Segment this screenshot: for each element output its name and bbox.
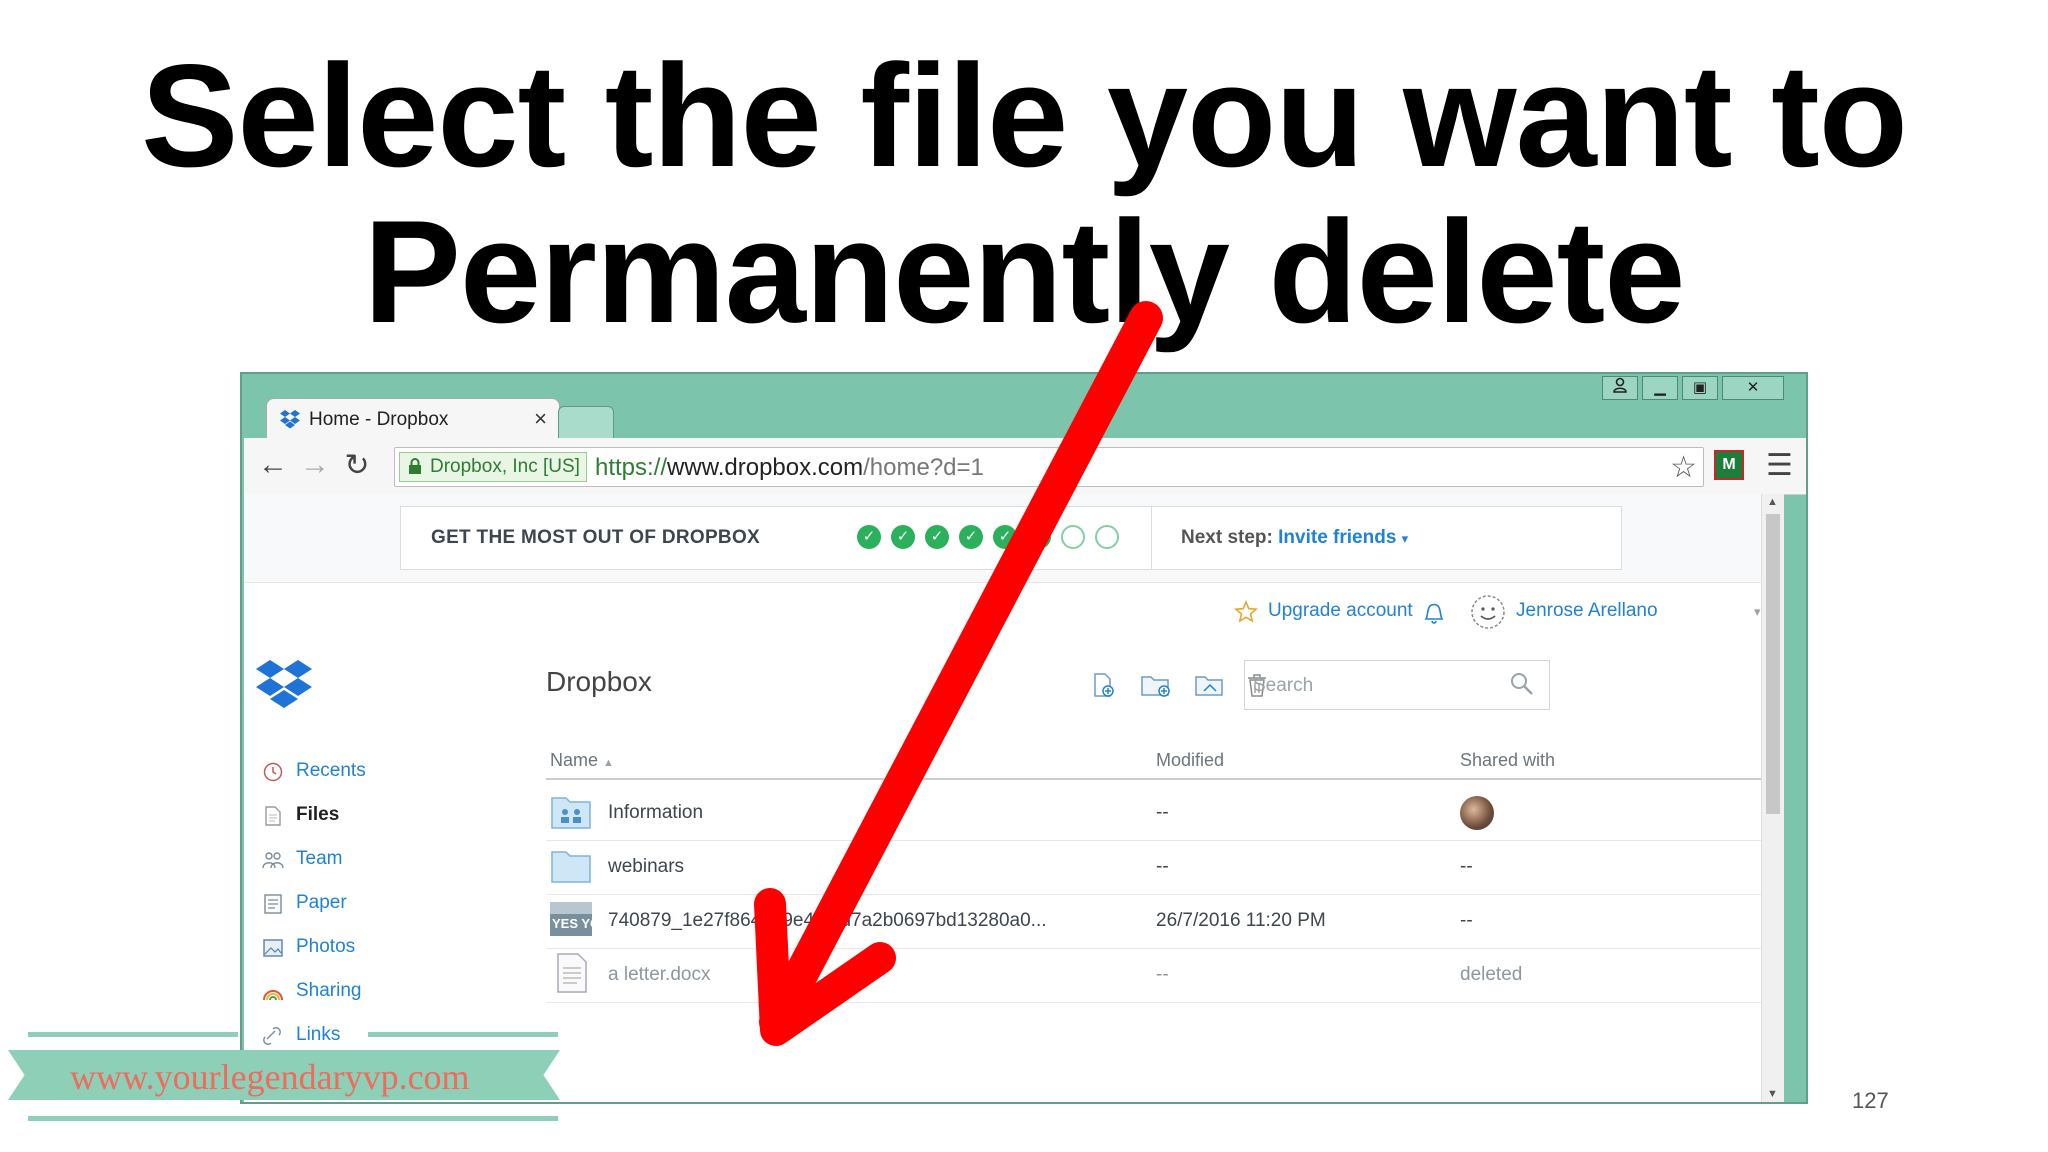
upgrade-account-link[interactable]: Upgrade account — [1268, 600, 1413, 622]
invite-friends-link[interactable]: Invite friends — [1278, 527, 1396, 548]
file-name[interactable]: 740879_1e27f864ee9e42f2d7a2b0697bd13280a… — [608, 910, 1047, 932]
address-bar[interactable]: Dropbox, Inc [US] https://www.dropbox.co… — [394, 447, 1704, 487]
secure-label: Dropbox, Inc [US] — [430, 456, 580, 477]
step-incomplete-icon — [1061, 525, 1085, 549]
website-url: www.yourlegendaryvp.com — [70, 1057, 470, 1097]
dropbox-page: GET THE MOST OUT OF DROPBOX ✓ ✓ ✓ ✓ ✓ ✓ Next … — [244, 494, 1784, 1102]
forward-icon[interactable]: → — [298, 448, 332, 482]
file-modified: -- — [1156, 964, 1169, 985]
scroll-up-icon[interactable]: ▲ — [1767, 496, 1778, 508]
page-scrollbar[interactable]: ▲ ▼ — [1761, 494, 1784, 1102]
step-complete-icon: ✓ — [959, 525, 983, 549]
avatar[interactable] — [1470, 594, 1506, 636]
svg-text:YES YOU: YES YOU — [552, 916, 592, 931]
lock-icon — [409, 458, 421, 474]
new-file-icon[interactable] — [1090, 672, 1116, 698]
file-name[interactable]: a letter.docx — [608, 964, 710, 986]
minimize-icon[interactable]: ▁ — [1642, 376, 1678, 400]
scrollbar-thumb[interactable] — [1766, 514, 1780, 814]
search-icon[interactable] — [1509, 671, 1535, 697]
breadcrumb: Dropbox — [546, 666, 652, 697]
file-name[interactable]: Information — [608, 802, 703, 824]
sidebar-item-label: Photos — [296, 936, 356, 957]
secure-badge[interactable]: Dropbox, Inc [US] — [399, 452, 587, 482]
tab-title: Home - Dropbox — [309, 409, 449, 430]
file-shared-with: -- — [1460, 856, 1473, 877]
onboarding-card: GET THE MOST OUT OF DROPBOX ✓ ✓ ✓ ✓ ✓ ✓ Next … — [400, 506, 1622, 570]
reload-icon[interactable]: ↻ — [340, 448, 374, 483]
onboarding-banner: GET THE MOST OUT OF DROPBOX ✓ ✓ ✓ ✓ ✓ ✓ Next … — [244, 494, 1784, 583]
new-tab-button[interactable] — [558, 406, 614, 440]
file-name[interactable]: webinars — [608, 856, 684, 878]
url-text: https://www.dropbox.com/home?d=1 — [595, 454, 984, 481]
slide-title-line-2: Permanently delete — [363, 190, 1686, 353]
back-icon[interactable]: ← — [256, 448, 290, 482]
paper-icon — [264, 894, 282, 914]
sidebar-item-label: Team — [296, 848, 343, 869]
close-icon[interactable]: ✕ — [1722, 376, 1784, 400]
file-shared-with: deleted — [1460, 964, 1523, 985]
sidebar-item-label: Recents — [296, 760, 366, 781]
file-modified: -- — [1156, 856, 1169, 877]
next-step: Next step: Invite friends ▾ — [1181, 527, 1409, 548]
browser-menu-icon[interactable]: ☰ — [1766, 448, 1793, 483]
step-complete-icon: ✓ — [891, 525, 915, 549]
new-folder-icon[interactable] — [1140, 672, 1172, 698]
tab-home-dropbox[interactable]: Home - Dropbox × — [266, 398, 560, 439]
person-icon[interactable] — [1602, 376, 1638, 400]
search-placeholder: Search — [1253, 675, 1314, 696]
website-ribbon: www.yourlegendaryvp.com — [8, 1032, 560, 1122]
user-name[interactable]: Jenrose Arellano — [1516, 600, 1658, 622]
shared-folder-icon[interactable] — [1194, 672, 1226, 698]
file-icon — [265, 806, 281, 826]
shared-user-avatar[interactable] — [1460, 796, 1494, 830]
banner-label: GET THE MOST OUT OF DROPBOX — [431, 527, 760, 548]
file-modified: -- — [1156, 802, 1169, 823]
tab-close-icon[interactable]: × — [534, 406, 547, 432]
step-complete-icon: ✓ — [925, 525, 949, 549]
sidebar-item-label: Sharing — [296, 980, 362, 1001]
step-complete-icon: ✓ — [857, 525, 881, 549]
search-input[interactable]: Search — [1244, 660, 1550, 710]
sidebar-item-label: Paper — [296, 892, 347, 913]
page-number: 127 — [1852, 1088, 1889, 1113]
dropbox-icon — [280, 410, 300, 429]
slide-title: Select the file you want to Permanently … — [0, 38, 2048, 350]
shared-folder-icon — [551, 797, 591, 829]
step-complete-icon: ✓ — [1027, 525, 1051, 549]
column-header-name[interactable]: Name ▲ — [550, 750, 614, 771]
sharing-icon — [263, 990, 283, 1001]
bookmark-star-icon[interactable]: ☆ — [1670, 450, 1697, 485]
notifications-bell-icon[interactable] — [1422, 600, 1446, 632]
clock-icon — [263, 762, 283, 782]
star-icon — [1234, 599, 1258, 630]
user-menu-caret-icon[interactable]: ▾ — [1754, 604, 1761, 620]
step-incomplete-icon — [1095, 525, 1119, 549]
mcafee-extension-icon[interactable]: M — [1714, 450, 1744, 480]
maximize-icon[interactable]: ▣ — [1682, 376, 1718, 400]
team-icon — [262, 852, 284, 869]
browser-toolbar: ← → ↻ Dropbox, Inc [US] https://www.drop… — [244, 438, 1806, 495]
column-header-shared-with[interactable]: Shared with — [1460, 750, 1555, 771]
file-modified: 26/7/2016 11:20 PM — [1156, 910, 1326, 931]
document-icon — [557, 953, 587, 993]
image-thumbnail-icon: YES YOU — [550, 902, 592, 936]
photos-icon — [263, 939, 283, 957]
window-controls: ▁ ▣ ✕ — [1602, 376, 1784, 400]
file-shared-with: -- — [1460, 910, 1473, 931]
sidebar-item-label: Files — [296, 804, 340, 825]
slide-title-line-1: Select the file you want to — [141, 34, 1908, 197]
step-complete-icon: ✓ — [993, 525, 1017, 549]
dropbox-logo-icon[interactable] — [254, 658, 314, 712]
column-header-modified[interactable]: Modified — [1156, 750, 1224, 771]
browser-window: ▁ ▣ ✕ Home - Dropbox × ← → ↻ Dropbox, In… — [240, 372, 1808, 1104]
sort-asc-icon: ▲ — [603, 757, 614, 769]
folder-icon — [551, 851, 591, 883]
scroll-down-icon[interactable]: ▼ — [1767, 1088, 1778, 1100]
